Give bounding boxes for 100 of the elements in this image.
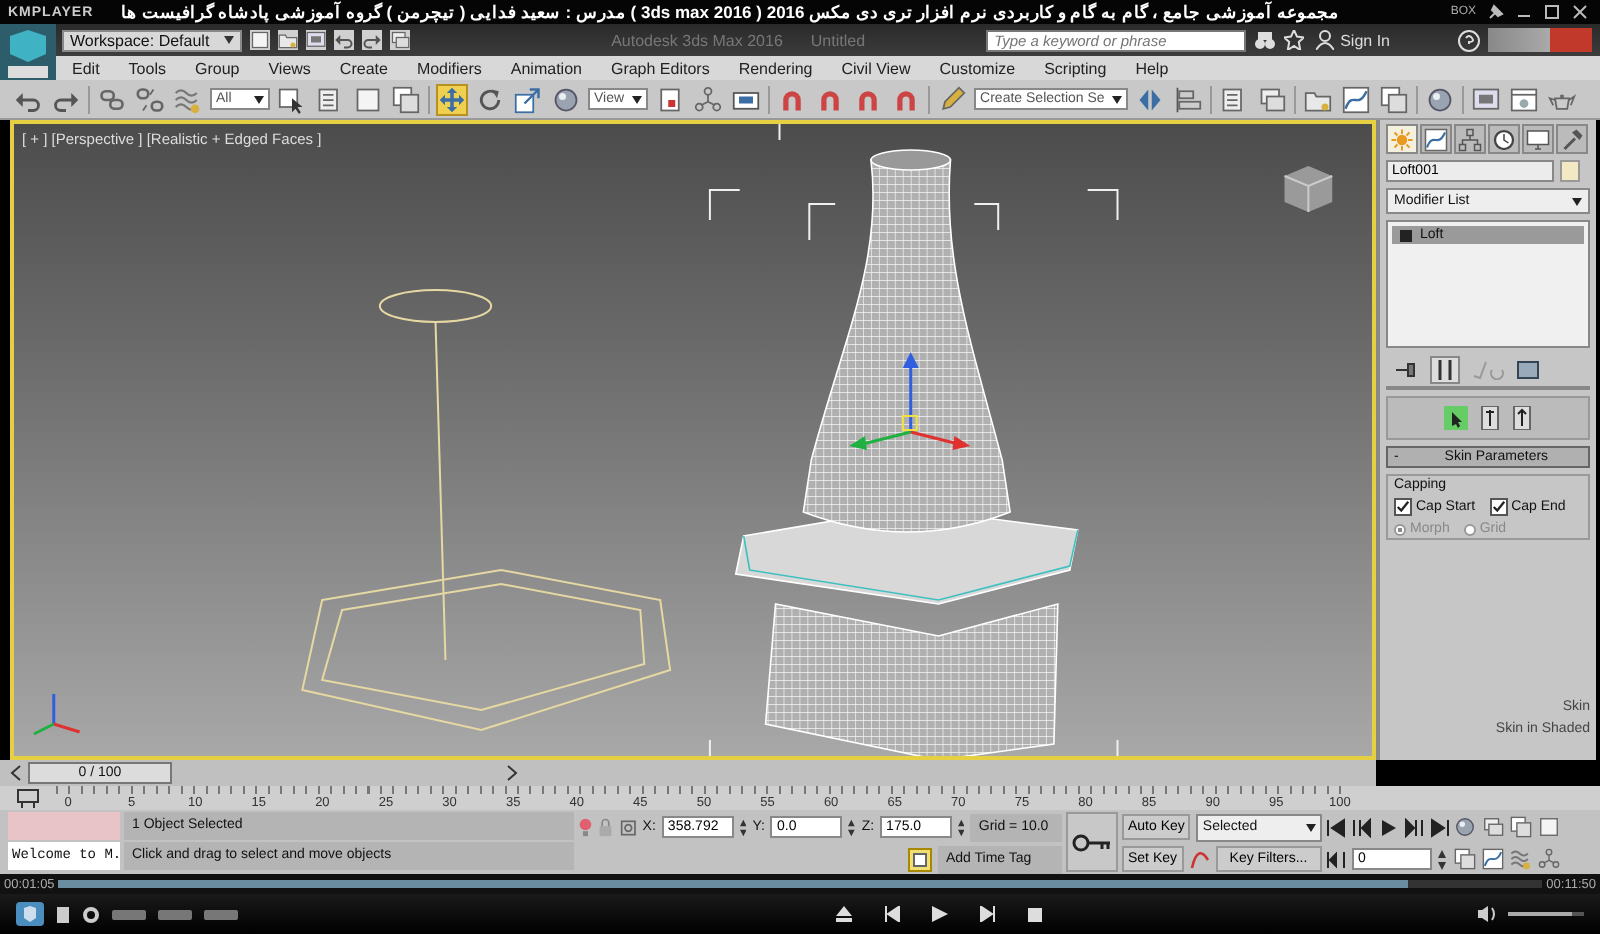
hierarchy-icon [1458,127,1482,151]
menu-item[interactable]: Animation [510,59,582,77]
maximize-icon[interactable] [1544,4,1560,20]
option-button[interactable] [158,909,192,919]
sphere-icon[interactable] [1454,816,1476,838]
help-icon[interactable] [1458,29,1480,51]
rectangle-icon[interactable] [250,30,270,50]
cursor-icon[interactable] [1444,406,1468,430]
cube-logo-icon[interactable] [16,902,44,926]
spinner-icon[interactable] [848,817,856,837]
toolbar-button[interactable] [1378,83,1411,115]
crosshair-icon[interactable] [619,817,637,837]
get-path-icon[interactable] [1480,406,1500,430]
caret-icon [632,95,643,103]
folder-icon[interactable] [278,30,298,50]
magnet-icon [778,85,807,113]
menu-item[interactable]: Graph Editors [610,59,710,77]
go-to-end-icon[interactable] [1430,817,1450,837]
toolbar-button[interactable] [1424,83,1457,115]
speaker-icon[interactable] [1478,906,1496,922]
skip-forward-icon[interactable] [979,906,995,922]
toolbar-button[interactable] [390,83,422,115]
seek-bar[interactable] [58,880,1543,888]
view-cube-icon[interactable] [1283,166,1334,213]
rectangle-icon[interactable] [1538,816,1560,838]
menu-item[interactable]: Rendering [738,59,813,77]
time-tag-icon[interactable] [908,847,932,871]
pencil-icon [938,85,967,113]
panel-tab[interactable] [1522,124,1554,154]
spinner-icon[interactable] [739,817,747,837]
window-icon[interactable] [1510,816,1532,838]
curve-icon [1342,85,1371,113]
menu-item[interactable]: Create [339,59,388,77]
skip-back-icon[interactable] [883,906,899,922]
eject-icon[interactable] [835,906,851,922]
layers-icon[interactable] [390,30,410,50]
toolbar-button[interactable] [276,83,308,115]
menu-item[interactable]: Tools [128,59,166,77]
play-icon[interactable] [1378,817,1398,837]
layers-icon[interactable] [1482,816,1504,838]
spinner-icon[interactable] [958,817,965,837]
close-icon[interactable] [1572,4,1588,20]
panel-tab[interactable] [1488,124,1520,154]
binoculars-icon[interactable] [1254,30,1277,50]
redo-icon[interactable] [362,30,382,50]
get-shape-icon[interactable] [1512,406,1532,430]
list-icon [316,85,344,113]
toolbar-button[interactable] [1340,83,1373,115]
sphere-icon [1426,85,1455,113]
previous-key-icon[interactable] [1352,817,1372,837]
panel-tab[interactable] [1420,124,1452,154]
menu-item[interactable]: Help [1135,59,1169,77]
set-keys-button[interactable] [1066,812,1118,872]
wavy-lines-icon[interactable] [1510,848,1532,870]
toolbar-button[interactable] [550,83,582,115]
settings-icon[interactable] [82,905,100,923]
menu-item[interactable]: Group [194,59,240,77]
render-icon[interactable] [306,30,326,50]
menu-item[interactable]: Views [268,59,311,77]
curve-icon[interactable] [1482,848,1504,870]
script-listener-field[interactable] [8,812,120,840]
menu-item[interactable]: Scripting [1044,59,1107,77]
app-logo-icon[interactable] [0,24,56,80]
broken-link-icon [136,85,164,113]
align-icon [1174,85,1203,113]
configure-icon[interactable] [1516,360,1540,380]
caret-icon [254,95,264,103]
menu-item[interactable]: Customize [939,59,1016,77]
next-key-icon[interactable] [1404,817,1424,837]
magnet-icon [854,85,883,113]
go-to-start-icon[interactable] [1326,817,1346,837]
chain-link-icon [98,85,126,113]
pin-icon[interactable] [1394,360,1418,380]
nodes-icon[interactable] [1538,848,1560,870]
pin-icon[interactable] [1488,4,1504,20]
curve-editor-icon[interactable] [16,788,40,808]
pause-button[interactable] [1430,356,1460,384]
play-icon[interactable] [931,906,947,922]
caret-icon [1306,823,1316,831]
workspace-dropdown[interactable]: Workspace: Default [62,29,242,51]
stop-icon[interactable] [1027,907,1041,921]
spinner-icon[interactable] [1438,849,1446,869]
sign-in-button[interactable]: Sign In [1312,30,1450,50]
key-mode-icon[interactable] [1326,849,1346,869]
key-tangent-icon[interactable] [1189,848,1210,870]
move-icon [438,85,466,113]
window-icon[interactable] [1454,848,1476,870]
document-icon[interactable] [56,905,70,923]
menu-item[interactable]: Edit [72,59,100,77]
star-icon[interactable] [1284,30,1305,50]
toolbar-button[interactable] [1508,83,1541,115]
menu-item[interactable]: Modifiers [416,59,482,77]
select-object-icon [278,85,306,113]
menu-item[interactable]: Civil View [841,59,911,77]
rectangle-icon [354,85,382,113]
option-button[interactable] [204,909,238,919]
color-swatch[interactable] [1560,160,1580,182]
undo-icon[interactable] [334,30,354,50]
option-button[interactable] [112,909,146,919]
caret-icon [1112,95,1123,103]
